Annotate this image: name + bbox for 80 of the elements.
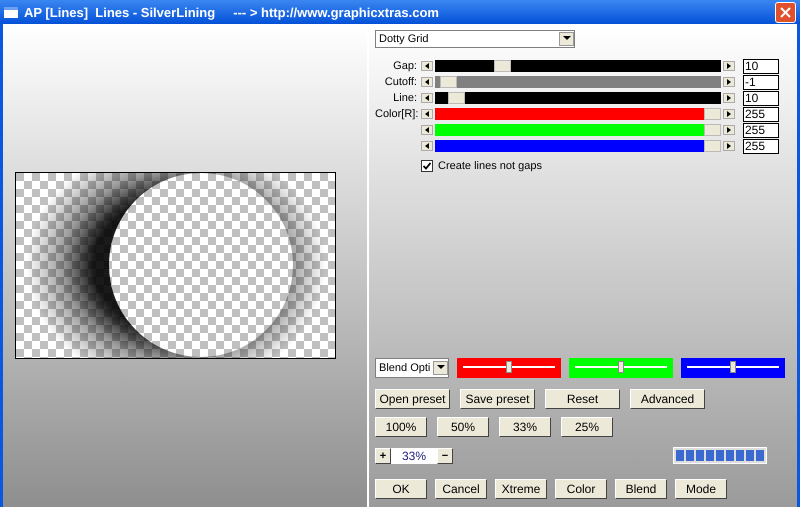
dialog-button[interactable]: Cancel — [435, 479, 487, 499]
zoom-button[interactable]: 100% — [375, 417, 427, 437]
zoom-in-button[interactable]: + — [375, 448, 391, 464]
zoom-button[interactable]: 33% — [499, 417, 551, 437]
scroll-left-button[interactable] — [421, 77, 433, 87]
dialog-button[interactable]: Xtreme — [495, 479, 547, 499]
dialog-button[interactable]: Mode — [675, 479, 727, 499]
slider[interactable] — [435, 60, 721, 72]
preset-button[interactable]: Save preset — [460, 389, 535, 409]
blend-slider[interactable] — [569, 358, 673, 378]
slider-thumb[interactable] — [440, 76, 458, 88]
value-field[interactable]: 255 — [743, 138, 779, 154]
value-field[interactable]: 255 — [743, 106, 779, 122]
checkmark-icon — [423, 162, 431, 170]
right-arrow-icon — [727, 127, 731, 133]
slider-label: Color[R]: — [375, 108, 418, 120]
zoom-button[interactable]: 50% — [437, 417, 489, 437]
slider-thumb[interactable] — [506, 361, 512, 373]
blend-slider[interactable] — [457, 358, 561, 378]
scroll-left-button[interactable] — [421, 93, 433, 103]
left-arrow-icon — [425, 143, 429, 149]
left-arrow-icon — [425, 79, 429, 85]
right-arrow-icon — [727, 79, 731, 85]
scroll-left-button[interactable] — [421, 141, 433, 151]
right-arrow-icon — [727, 63, 731, 69]
window-title: AP [Lines] Lines - SilverLining --- > http://www.graphicxtras.com — [24, 4, 440, 20]
scroll-right-button[interactable] — [723, 125, 735, 135]
slider-label: Cutoff: — [384, 76, 417, 88]
dropdown-arrow-icon — [562, 36, 570, 42]
left-arrow-icon — [425, 63, 429, 69]
scroll-left-button[interactable] — [421, 61, 433, 71]
scroll-right-button[interactable] — [723, 61, 735, 71]
right-arrow-icon — [727, 143, 731, 149]
zoom-out-button[interactable]: − — [437, 448, 453, 464]
slider[interactable] — [435, 108, 721, 120]
slider-thumb[interactable] — [730, 361, 736, 373]
slider-thumb[interactable] — [704, 124, 721, 136]
left-arrow-icon — [425, 95, 429, 101]
scroll-right-button[interactable] — [723, 109, 735, 119]
slider-thumb[interactable] — [704, 140, 721, 152]
pattern-dropdown[interactable]: Dotty Grid — [375, 30, 575, 48]
value-field[interactable]: -1 — [743, 74, 779, 90]
preset-button[interactable]: Reset — [545, 389, 620, 409]
right-arrow-icon — [727, 95, 731, 101]
dropdown-arrow-icon — [436, 365, 444, 371]
slider[interactable] — [435, 140, 721, 152]
scroll-right-button[interactable] — [723, 77, 735, 87]
checkbox-label: Create lines not gaps — [438, 160, 542, 172]
slider-thumb[interactable] — [448, 92, 466, 104]
window-icon — [4, 6, 18, 18]
dialog-button[interactable]: OK — [375, 479, 427, 499]
checkbox[interactable] — [421, 160, 433, 172]
preset-button[interactable]: Advanced — [630, 389, 705, 409]
scroll-right-button[interactable] — [723, 141, 735, 151]
close-icon — [780, 6, 791, 18]
slider[interactable] — [435, 124, 721, 136]
blend-dropdown[interactable]: Blend Opti — [375, 358, 449, 378]
preset-button[interactable]: Open preset — [375, 389, 450, 409]
slider[interactable] — [435, 92, 721, 104]
zoom-button[interactable]: 25% — [561, 417, 613, 437]
close-button[interactable] — [775, 2, 796, 22]
scroll-right-button[interactable] — [723, 93, 735, 103]
left-arrow-icon — [425, 127, 429, 133]
slider-thumb[interactable] — [618, 361, 624, 373]
slider-label: Line: — [393, 92, 417, 104]
value-field[interactable]: 10 — [743, 90, 779, 106]
right-arrow-icon — [727, 111, 731, 117]
scroll-left-button[interactable] — [421, 125, 433, 135]
slider-thumb[interactable] — [704, 108, 721, 120]
value-field[interactable]: 255 — [743, 122, 779, 138]
value-field[interactable]: 10 — [743, 58, 779, 74]
scroll-left-button[interactable] — [421, 109, 433, 119]
slider-thumb[interactable] — [494, 60, 512, 72]
dialog-button[interactable]: Color — [555, 479, 607, 499]
zoom-value: 33% — [391, 448, 437, 464]
blend-slider[interactable] — [681, 358, 785, 378]
left-arrow-icon — [425, 111, 429, 117]
slider[interactable] — [435, 76, 721, 88]
dialog-button[interactable]: Blend — [615, 479, 667, 499]
slider-label: Gap: — [393, 60, 417, 72]
